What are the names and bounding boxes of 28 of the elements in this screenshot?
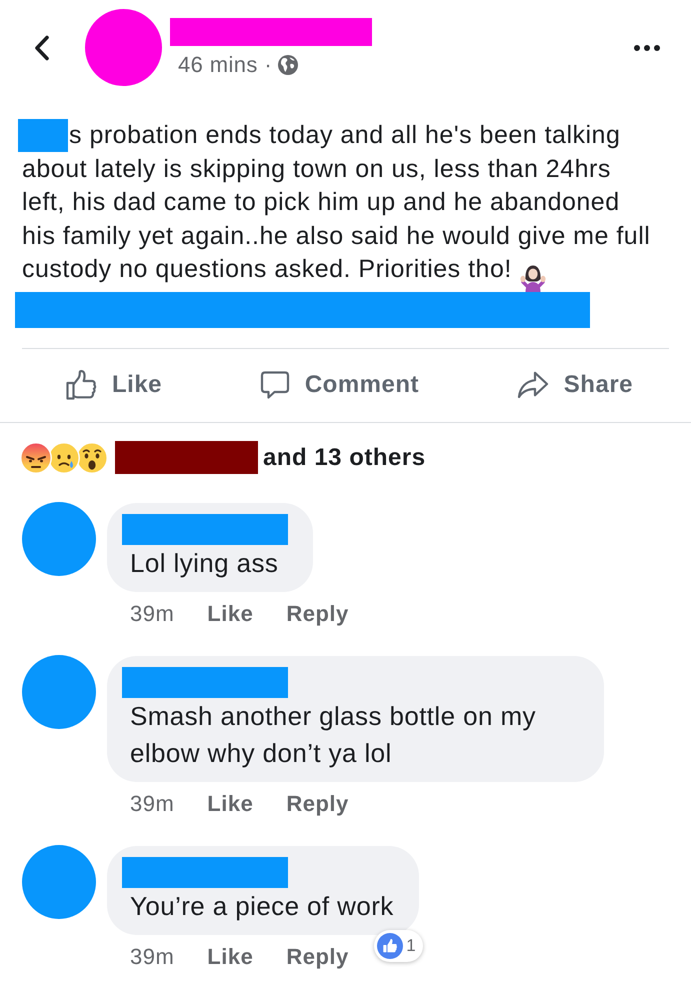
reply-link[interactable]: Reply: [286, 790, 349, 816]
surprised-face-icon: [76, 442, 108, 474]
like-link[interactable]: Like: [207, 790, 254, 816]
comment-time: 39m: [130, 600, 174, 626]
share-arrow-icon: [516, 371, 549, 399]
speech-bubble-icon: [260, 370, 290, 400]
reaction-summary: and 13 others: [263, 444, 426, 472]
like-link[interactable]: Like: [207, 600, 254, 626]
comment-text: Smash another glass bottle on my elbow why don’t ya lol: [129, 700, 537, 770]
post-time: 46 mins ·: [178, 53, 272, 77]
globe-icon: [278, 55, 298, 75]
share-button[interactable]: Share: [516, 371, 633, 399]
more-icon[interactable]: [634, 44, 660, 50]
crying-face-icon: [48, 442, 80, 474]
comment-text: Lol lying ass: [129, 546, 280, 580]
comment-time: 39m: [130, 790, 174, 816]
comment-button[interactable]: Comment: [260, 370, 419, 400]
like-link[interactable]: Like: [207, 944, 254, 970]
reply-link[interactable]: Reply: [286, 944, 349, 970]
comment-time: 39m: [130, 944, 174, 970]
back-icon[interactable]: [34, 34, 50, 60]
like-button[interactable]: Like: [65, 369, 162, 401]
comment-text: You’re a piece of work: [129, 890, 394, 922]
like-count: 1: [406, 936, 416, 956]
thumbs-up-icon: [65, 369, 97, 401]
reply-link[interactable]: Reply: [286, 600, 349, 626]
thumbs-up-icon: [377, 932, 404, 958]
angry-face-icon: [20, 442, 52, 474]
